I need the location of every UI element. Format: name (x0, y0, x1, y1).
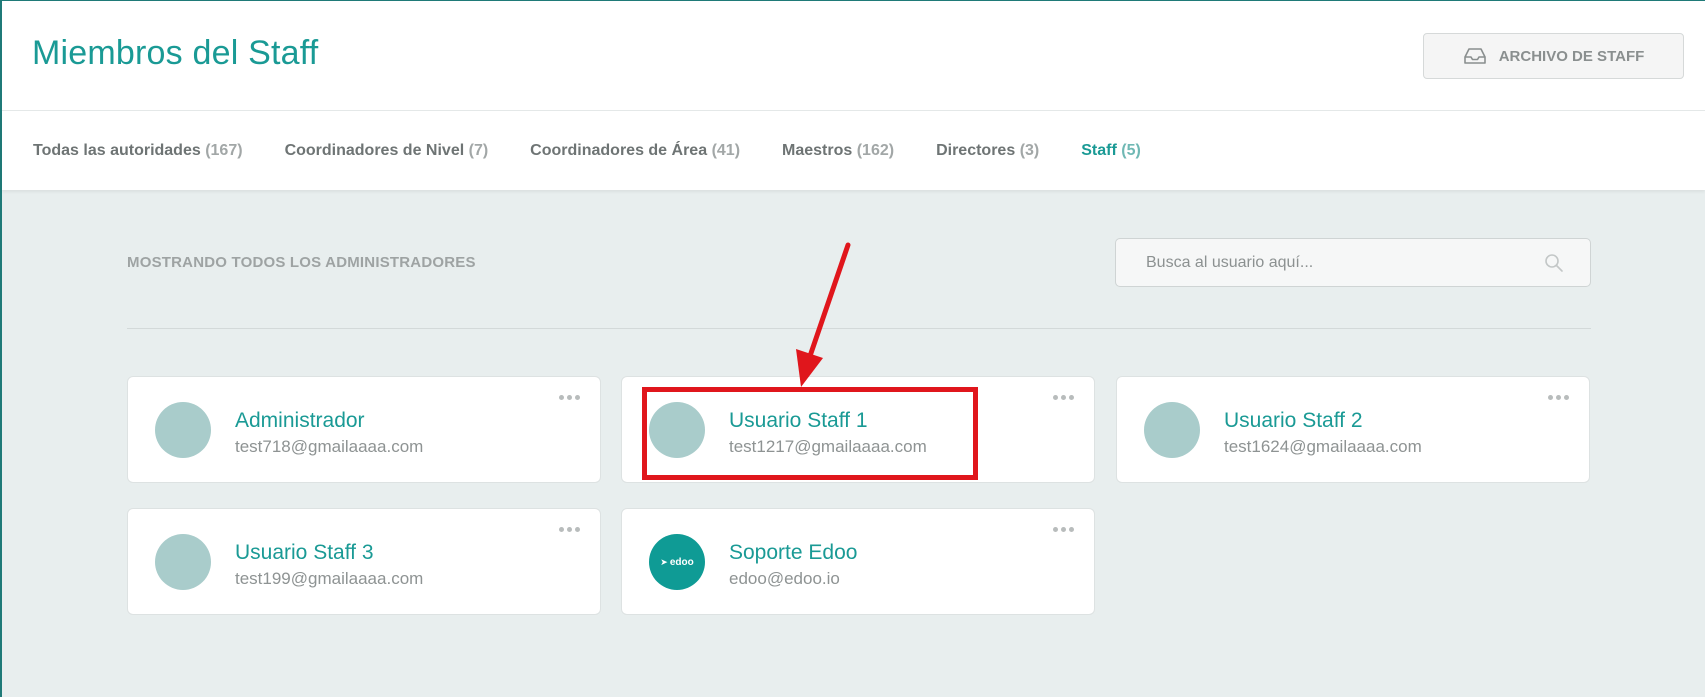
user-card[interactable]: Usuario Staff 3 test199@gmailaaaa.com (127, 508, 601, 615)
more-options-icon[interactable] (1548, 390, 1574, 404)
send-icon: ➤ (660, 556, 668, 567)
user-name[interactable]: Usuario Staff 3 (235, 541, 374, 565)
tab-label: Coordinadores de Área (530, 141, 708, 159)
more-options-icon[interactable] (1053, 522, 1079, 536)
user-card[interactable]: Usuario Staff 2 test1624@gmailaaaa.com (1116, 376, 1590, 483)
tab-level-coordinators[interactable]: Coordinadores de Nivel (7) (285, 142, 489, 160)
tab-count: (3) (1019, 141, 1040, 159)
user-name[interactable]: Soporte Edoo (729, 541, 857, 565)
tab-directors[interactable]: Directores (3) (936, 142, 1039, 160)
user-name[interactable]: Administrador (235, 409, 365, 433)
user-search (1115, 238, 1591, 287)
search-icon[interactable] (1544, 253, 1564, 273)
tab-label: Maestros (782, 141, 853, 159)
role-tabs: Todas las autoridades (167) Coordinadore… (2, 111, 1705, 190)
app-frame: Miembros del Staff ARCHIVO DE STAFF Toda… (0, 0, 1705, 697)
more-options-icon[interactable] (1053, 390, 1079, 404)
user-card[interactable]: ➤ edoo Soporte Edoo edoo@edoo.io (621, 508, 1095, 615)
annotation-arrow-icon (796, 242, 851, 387)
tab-count: (5) (1121, 141, 1141, 159)
tab-count: (162) (856, 141, 895, 159)
user-card[interactable]: Administrador test718@gmailaaaa.com (127, 376, 601, 483)
tab-all-authorities[interactable]: Todas las autoridades (167) (33, 142, 243, 160)
avatar (1144, 402, 1200, 458)
page-title: Miembros del Staff (32, 34, 319, 72)
search-input[interactable] (1146, 251, 1526, 275)
tab-area-coordinators[interactable]: Coordinadores de Área (41) (530, 142, 740, 160)
tab-count: (41) (711, 141, 741, 159)
tab-count: (7) (468, 141, 489, 159)
staff-archive-button[interactable]: ARCHIVO DE STAFF (1423, 33, 1684, 79)
user-email: test199@gmailaaaa.com (235, 569, 424, 588)
tab-teachers[interactable]: Maestros (162) (782, 142, 894, 160)
tab-staff[interactable]: Staff (5) (1081, 142, 1141, 160)
annotation-highlight-box (642, 387, 978, 480)
more-options-icon[interactable] (559, 390, 585, 404)
tab-count: (167) (205, 141, 243, 159)
tab-label: Staff (1081, 141, 1117, 159)
avatar-text: edoo (669, 556, 694, 568)
avatar (155, 534, 211, 590)
edoo-logo-avatar: ➤ edoo (649, 534, 705, 590)
tab-label: Coordinadores de Nivel (284, 141, 465, 159)
avatar (155, 402, 211, 458)
more-options-icon[interactable] (559, 522, 585, 536)
tab-label: Todas las autoridades (33, 141, 201, 159)
inbox-icon (1463, 48, 1486, 64)
user-email: test1624@gmailaaaa.com (1224, 437, 1422, 456)
user-email: edoo@edoo.io (729, 569, 840, 588)
user-name[interactable]: Usuario Staff 2 (1224, 409, 1363, 433)
section-label: MOSTRANDO TODOS LOS ADMINISTRADORES (127, 254, 476, 271)
user-email: test718@gmailaaaa.com (235, 437, 424, 456)
staff-archive-label: ARCHIVO DE STAFF (1498, 47, 1645, 65)
page-header: Miembros del Staff ARCHIVO DE STAFF (2, 1, 1705, 111)
tab-label: Directores (936, 141, 1016, 159)
